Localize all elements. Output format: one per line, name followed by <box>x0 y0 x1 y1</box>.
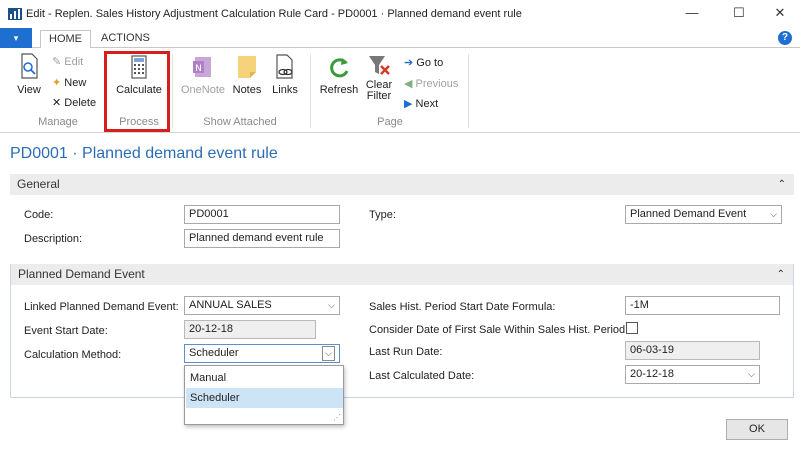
linked-event-value: ANNUAL SALES <box>189 299 272 311</box>
help-icon[interactable]: ? <box>778 31 792 45</box>
last-calculated-date-label: Last Calculated Date: <box>369 370 475 382</box>
manage-group-label: Manage <box>38 116 78 128</box>
code-label: Code: <box>24 209 54 221</box>
notes-button[interactable]: Notes <box>230 52 264 96</box>
group-separator <box>468 54 469 128</box>
notes-icon <box>238 56 256 78</box>
planned-demand-section-title: Planned Demand Event <box>18 267 145 281</box>
links-button[interactable]: Links <box>270 52 300 96</box>
event-start-date-label: Event Start Date: <box>24 325 108 337</box>
chevron-up-icon[interactable]: ⌃ <box>777 264 785 285</box>
refresh-icon <box>330 58 349 78</box>
calculation-method-dropdown: Manual Scheduler ⋰ <box>184 365 344 425</box>
goto-button[interactable]: ➔ Go to <box>404 56 443 69</box>
period-formula-field[interactable]: -1M <box>625 296 780 315</box>
consider-first-sale-checkbox[interactable] <box>626 322 638 334</box>
calculation-method-select[interactable]: Scheduler ⌵ <box>184 344 340 363</box>
description-label: Description: <box>24 233 83 245</box>
view-button[interactable]: View <box>14 52 44 96</box>
notes-label: Notes <box>232 84 262 96</box>
file-menu-button[interactable]: ▾ <box>0 28 32 48</box>
consider-first-sale-label: Consider Date of First Sale Within Sales… <box>369 324 629 336</box>
minimize-button[interactable]: — <box>680 4 704 22</box>
show-attached-group-label: Show Attached <box>203 116 277 128</box>
code-field[interactable]: PD0001 <box>184 205 340 224</box>
clear-filter-button[interactable]: Clear Filter <box>362 52 396 102</box>
next-icon: ▶ <box>404 98 413 110</box>
chevron-up-icon[interactable]: ⌃ <box>778 174 786 195</box>
general-section-title: General <box>17 177 60 191</box>
previous-label: Previous <box>415 78 459 90</box>
ribbon-tabs: ▾ HOME ACTIONS ? <box>0 28 800 49</box>
arrow-right-icon: ➔ <box>404 57 414 69</box>
title-bar: Edit - Replen. Sales History Adjustment … <box>0 0 800 28</box>
app-icon <box>8 8 22 20</box>
page-title: PD0001 · Planned demand event rule <box>10 145 278 162</box>
previous-icon: ◀ <box>404 78 413 90</box>
tab-actions[interactable]: ACTIONS <box>93 30 158 49</box>
edit-button[interactable]: ✎ Edit <box>52 55 83 68</box>
chevron-down-icon: ⌵ <box>770 209 777 219</box>
calculation-method-value: Scheduler <box>189 347 239 359</box>
last-run-date-field: 06-03-19 <box>625 341 760 360</box>
calculate-highlight-box <box>104 51 170 132</box>
last-calculated-date-value: 20-12-18 <box>630 368 675 380</box>
linked-event-select[interactable]: ANNUAL SALES ⌵ <box>184 296 340 315</box>
group-separator <box>172 54 173 128</box>
event-start-date-field: 20-12-18 <box>184 320 316 339</box>
refresh-label: Refresh <box>319 84 359 96</box>
next-button[interactable]: ▶ Next <box>404 97 438 110</box>
delete-label: Delete <box>64 97 97 109</box>
close-button[interactable]: ✕ <box>768 4 792 22</box>
goto-label: Go to <box>416 57 444 69</box>
linked-event-label: Linked Planned Demand Event: <box>24 301 179 313</box>
dropdown-option-manual[interactable]: Manual <box>186 368 343 388</box>
calculation-method-label: Calculation Method: <box>24 349 122 361</box>
chevron-down-icon: ⌵ <box>328 300 335 310</box>
chevron-down-icon: ⌵ <box>322 346 335 361</box>
links-icon <box>276 54 293 79</box>
last-calculated-date-select[interactable]: 20-12-18 ⌵ <box>625 365 760 384</box>
new-label: New <box>64 77 87 89</box>
delete-button[interactable]: ✕ Delete <box>52 96 96 109</box>
clear-filter-label-2: Filter <box>366 90 392 102</box>
previous-button[interactable]: ◀ Previous <box>404 77 458 90</box>
ok-button[interactable]: OK <box>726 419 788 440</box>
delete-icon: ✕ <box>52 97 62 109</box>
clear-filter-icon <box>369 56 390 75</box>
general-section-header[interactable]: General ⌃ <box>10 174 794 195</box>
view-label: View <box>17 84 41 96</box>
description-field[interactable]: Planned demand event rule <box>184 229 340 248</box>
window-title: Edit - Replen. Sales History Adjustment … <box>26 8 522 20</box>
group-separator <box>310 54 311 128</box>
page-group-label: Page <box>377 116 403 128</box>
maximize-button[interactable]: ☐ <box>727 4 751 22</box>
resize-grip-icon[interactable]: ⋰ <box>333 413 341 422</box>
last-run-date-label: Last Run Date: <box>369 346 443 358</box>
links-label: Links <box>272 84 298 96</box>
refresh-button[interactable]: Refresh <box>318 52 360 96</box>
planned-demand-section-header[interactable]: Planned Demand Event ⌃ <box>11 264 793 285</box>
type-value: Planned Demand Event <box>630 208 747 220</box>
chevron-down-icon: ⌵ <box>748 369 755 379</box>
onenote-label: OneNote <box>180 84 226 96</box>
type-label: Type: <box>369 209 396 221</box>
edit-label: Edit <box>64 56 84 68</box>
period-formula-label: Sales Hist. Period Start Date Formula: <box>369 301 556 313</box>
tab-home[interactable]: HOME <box>40 30 91 49</box>
new-button[interactable]: ✦ New <box>52 76 86 89</box>
dropdown-option-scheduler[interactable]: Scheduler <box>186 388 343 408</box>
svg-text:N: N <box>195 64 202 74</box>
onenote-icon: N <box>193 57 211 77</box>
onenote-button[interactable]: N OneNote <box>180 52 226 96</box>
type-select[interactable]: Planned Demand Event ⌵ <box>625 205 782 224</box>
next-label: Next <box>415 98 439 110</box>
new-icon: ✦ <box>52 77 62 89</box>
edit-icon: ✎ <box>52 56 62 68</box>
view-icon <box>21 53 38 79</box>
